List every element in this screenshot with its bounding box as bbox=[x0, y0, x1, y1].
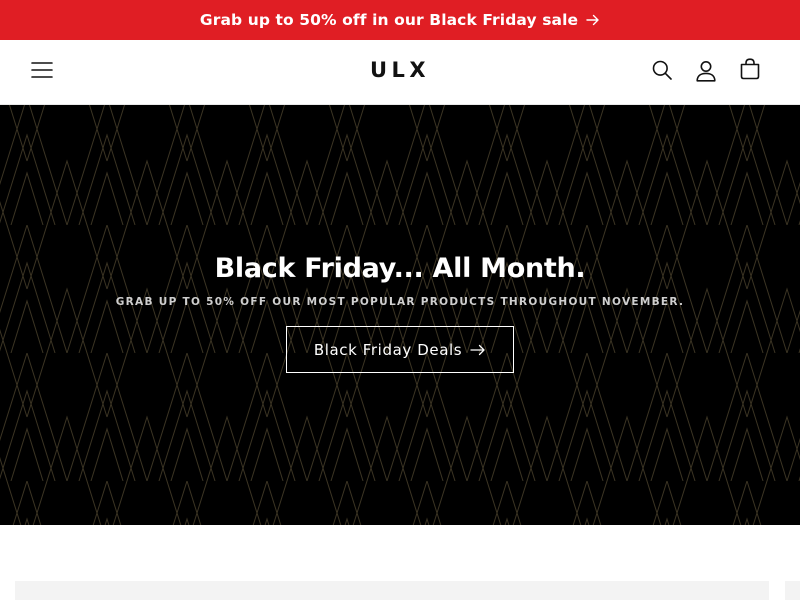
search-button[interactable] bbox=[644, 54, 680, 90]
arrow-right-icon bbox=[586, 14, 600, 26]
announcement-text: Grab up to 50% off in our Black Friday s… bbox=[199, 11, 579, 29]
black-friday-deals-button[interactable]: Black Friday Deals bbox=[286, 326, 514, 373]
product-card[interactable] bbox=[15, 581, 769, 600]
store-logo[interactable]: ULX bbox=[370, 58, 430, 82]
hero-title: Black Friday... All Month. bbox=[214, 253, 586, 284]
search-icon bbox=[652, 60, 672, 85]
site-header: ULX bbox=[0, 40, 800, 105]
announcement-bar[interactable]: Grab up to 50% off in our Black Friday s… bbox=[0, 0, 800, 40]
account-icon bbox=[696, 60, 716, 87]
hamburger-menu-icon bbox=[31, 61, 53, 84]
cart-button[interactable] bbox=[732, 53, 768, 89]
product-card[interactable] bbox=[785, 581, 800, 600]
hero-banner: Black Friday... All Month. GRAB UP TO 50… bbox=[0, 105, 800, 525]
menu-button[interactable] bbox=[24, 54, 60, 90]
account-button[interactable] bbox=[688, 55, 724, 91]
cta-label: Black Friday Deals bbox=[313, 340, 463, 359]
hero-subtitle: GRAB UP TO 50% OFF OUR MOST POPULAR PROD… bbox=[115, 296, 685, 308]
arrow-right-icon bbox=[470, 344, 486, 356]
cart-icon bbox=[740, 57, 760, 85]
